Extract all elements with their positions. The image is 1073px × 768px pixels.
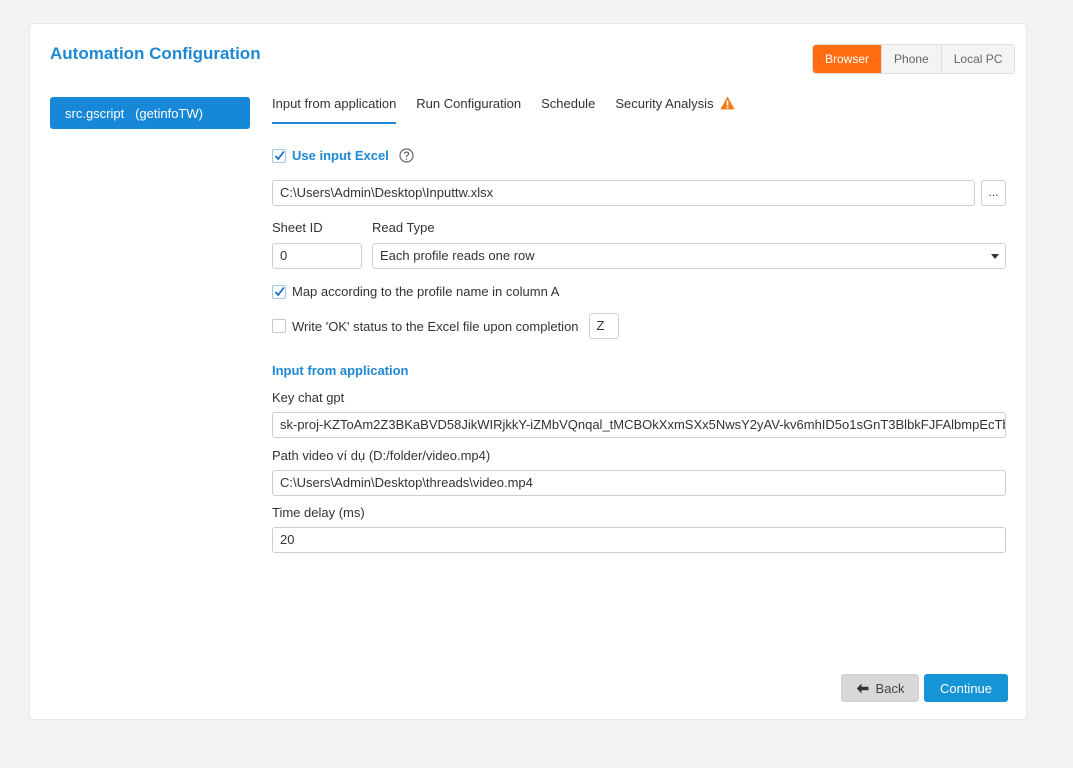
platform-selector: Browser Phone Local PC (812, 44, 1016, 74)
read-type-label: Read Type (372, 220, 435, 235)
continue-button[interactable]: Continue (924, 674, 1008, 702)
use-input-excel-label: Use input Excel (292, 148, 389, 163)
read-type-value: Each profile reads one row (380, 248, 535, 263)
sheet-id-input[interactable]: 0 (272, 243, 362, 269)
tab-label: Schedule (541, 96, 596, 111)
browse-file-button[interactable]: ... (981, 180, 1006, 206)
path-video-label: Path video ví dụ (D:/folder/video.mp4) (272, 448, 491, 463)
write-ok-label: Write 'OK' status to the Excel file upon… (292, 318, 579, 334)
use-input-excel-checkbox[interactable] (272, 148, 286, 163)
tab-label: Security Analysis (615, 96, 714, 111)
time-delay-input[interactable]: 20 (272, 527, 1006, 553)
excel-file-path-input[interactable]: C:\Users\Admin\Desktop\Inputtw.xlsx (272, 180, 975, 206)
sheet-id-label: Sheet ID (272, 220, 323, 235)
tab-bar: Input from application Run Configuration… (272, 96, 755, 124)
write-ok-checkbox[interactable] (272, 319, 286, 333)
tab-schedule[interactable]: Schedule (541, 96, 595, 124)
tab-label: Run Configuration (416, 96, 522, 111)
back-button[interactable]: Back (841, 674, 919, 702)
section-title: Input from application (272, 363, 409, 378)
tab-security-analysis[interactable]: Security Analysis (615, 96, 735, 124)
platform-local-pc-button[interactable]: Local PC (940, 45, 1015, 73)
arrow-left-icon (856, 683, 869, 693)
chevron-down-icon (991, 254, 999, 259)
help-icon[interactable] (399, 148, 414, 163)
time-delay-label: Time delay (ms) (272, 505, 365, 520)
tab-run-configuration[interactable]: Run Configuration (416, 96, 521, 124)
use-input-excel-row: Use input Excel (272, 148, 414, 163)
platform-browser-button[interactable]: Browser (813, 45, 882, 73)
path-video-input[interactable]: C:\Users\Admin\Desktop\threads\video.mp4 (272, 470, 1006, 496)
read-type-select[interactable]: Each profile reads one row (372, 243, 1006, 269)
config-card: Automation Configuration Browser Phone L… (29, 23, 1027, 720)
map-profile-row: Map according to the profile name in col… (272, 284, 559, 299)
back-label: Back (875, 680, 905, 696)
map-profile-checkbox[interactable] (272, 284, 286, 299)
map-profile-label: Map according to the profile name in col… (292, 284, 560, 299)
write-ok-column-input[interactable]: Z (588, 313, 619, 339)
write-ok-row: Write 'OK' status to the Excel file upon… (272, 313, 619, 339)
tab-label: Input from application (272, 96, 397, 111)
tab-input-from-application[interactable]: Input from application (272, 96, 397, 124)
platform-phone-button[interactable]: Phone (881, 45, 941, 73)
warning-icon (719, 96, 735, 110)
script-item-button[interactable]: src.gscript (getinfoTW) (50, 97, 250, 129)
key-chat-gpt-input[interactable]: sk-proj-KZToAm2Z3BKaBVD58JikWIRjkkY-iZMb… (272, 412, 1006, 438)
page-title: Automation Configuration (50, 44, 261, 63)
key-chat-gpt-label: Key chat gpt (272, 390, 345, 405)
